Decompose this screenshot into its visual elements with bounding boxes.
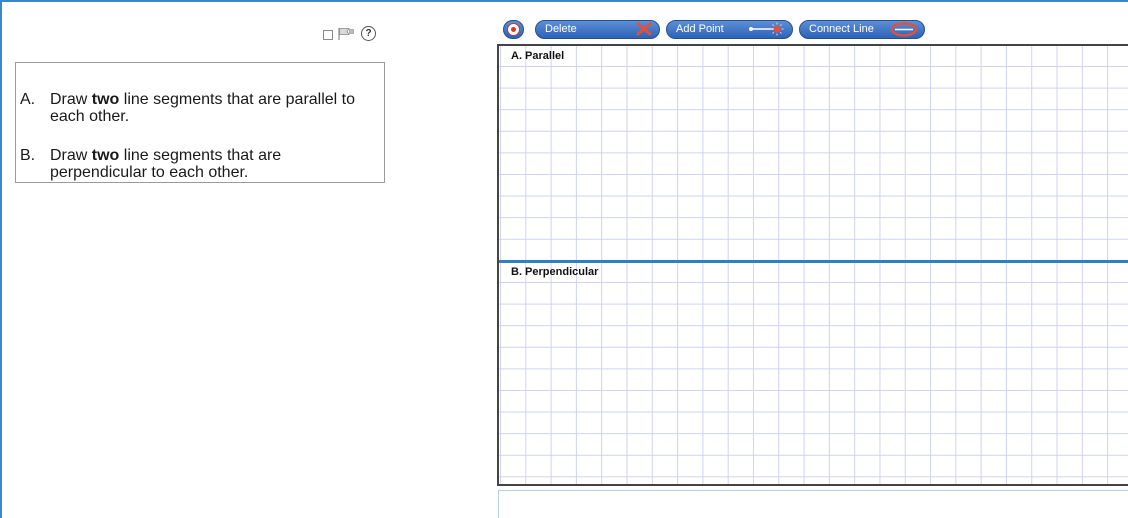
select-tool-button[interactable] bbox=[503, 19, 524, 39]
add-point-button-label: Add Point bbox=[676, 23, 724, 35]
grid-panel-parallel[interactable]: A. Parallel bbox=[499, 46, 1128, 260]
test-item-window: ? A. Draw two line segments that are para… bbox=[0, 0, 1128, 518]
help-icon[interactable]: ? bbox=[361, 26, 376, 41]
question-item-text: Draw two line segments that are perpendi… bbox=[50, 147, 370, 181]
connect-line-button[interactable]: Connect Line bbox=[799, 19, 925, 39]
question-text-before: Draw bbox=[50, 91, 92, 108]
delete-button-label: Delete bbox=[545, 23, 577, 35]
question-text-emphasis: two bbox=[91, 91, 120, 108]
delete-button[interactable]: Delete bbox=[535, 19, 660, 39]
drawing-toolbar: Delete Add Point Connect Line bbox=[503, 19, 925, 39]
connect-line-button-label: Connect Line bbox=[809, 23, 874, 35]
drawing-canvas: A. Parallel B. Perpendicular bbox=[497, 44, 1128, 486]
grid-panel-perpendicular[interactable]: B. Perpendicular bbox=[499, 263, 1128, 484]
question-text-emphasis: two bbox=[91, 147, 120, 164]
question-text-before: Draw bbox=[50, 147, 92, 164]
select-pointer-icon bbox=[507, 22, 520, 36]
add-point-icon bbox=[749, 22, 784, 36]
question-item-letter: B. bbox=[20, 147, 36, 164]
flag-icon[interactable] bbox=[337, 27, 355, 41]
panel-title-parallel: A. Parallel bbox=[511, 50, 565, 62]
question-item-letter: A. bbox=[20, 91, 36, 108]
question-item-b: B. Draw two line segments that are perpen… bbox=[20, 147, 370, 181]
response-area[interactable] bbox=[498, 490, 1128, 518]
mark-for-review-checkbox[interactable] bbox=[323, 29, 333, 40]
question-tools: ? bbox=[323, 26, 376, 41]
panel-title-perpendicular: B. Perpendicular bbox=[511, 266, 599, 278]
question-prompt-box: A. Draw two line segments that are parall… bbox=[15, 62, 385, 183]
connect-line-icon bbox=[890, 21, 918, 37]
delete-x-icon bbox=[636, 22, 652, 36]
question-item-a: A. Draw two line segments that are parall… bbox=[20, 91, 370, 125]
add-point-button[interactable]: Add Point bbox=[666, 19, 793, 39]
question-item-text: Draw two line segments that are parallel… bbox=[50, 91, 370, 125]
